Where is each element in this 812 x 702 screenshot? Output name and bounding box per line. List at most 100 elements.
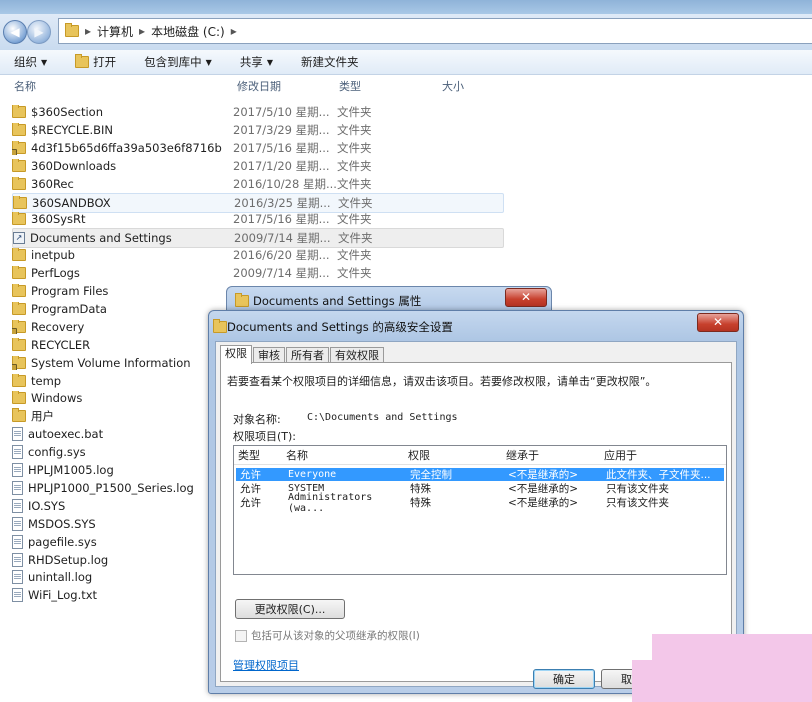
file-date: 2017/5/16 星期... bbox=[233, 140, 330, 155]
file-row[interactable]: 360Downloads 2017/1/20 星期... 文件夹 bbox=[12, 157, 502, 175]
file-name-cell: 4d3f15b65d6ffa39a503e6f8716b bbox=[12, 140, 233, 155]
file-icon bbox=[12, 552, 23, 567]
new-folder-label: 新建文件夹 bbox=[300, 55, 359, 69]
file-name-cell: $360Section bbox=[12, 105, 233, 119]
file-name-cell: MSDOS.SYS bbox=[12, 516, 233, 531]
file-type: 文件夹 bbox=[337, 176, 372, 191]
folder-icon bbox=[12, 408, 26, 423]
file-row[interactable]: inetpub 2016/6/20 星期... 文件夹 bbox=[12, 246, 502, 264]
entry-name: Everyone bbox=[288, 469, 337, 480]
column-type[interactable]: 类型 bbox=[339, 78, 442, 94]
file-name: 用户 bbox=[31, 409, 54, 424]
new-folder-button[interactable]: 新建文件夹 bbox=[287, 54, 373, 70]
file-name-cell: System Volume Information bbox=[12, 355, 233, 370]
file-type: 文件夹 bbox=[337, 248, 372, 263]
lock-icon bbox=[12, 327, 17, 334]
file-type: 文件夹 bbox=[338, 195, 373, 210]
file-name-cell: 360Rec bbox=[12, 176, 233, 191]
inherit-checkbox[interactable] bbox=[235, 629, 247, 642]
file-type: 文件夹 bbox=[337, 212, 372, 227]
file-name: HPLJP1000_P1500_Series.log bbox=[28, 480, 194, 495]
permission-row[interactable]: 允许 Administrators (wa... 特殊 <不是继承的> 只有该文件夹 bbox=[236, 492, 724, 514]
back-arrow-icon[interactable]: ◀ bbox=[3, 20, 27, 44]
file-name-cell: Recovery bbox=[12, 319, 233, 334]
shortcut-icon: ↗ bbox=[13, 232, 25, 245]
properties-title: Documents and Settings 属性 bbox=[253, 294, 422, 308]
include-library-button[interactable]: 包含到库中 ▼ bbox=[130, 54, 226, 70]
column-date[interactable]: 修改日期 bbox=[237, 78, 339, 94]
lock-icon bbox=[12, 148, 17, 155]
column-size[interactable]: 大小 bbox=[442, 78, 502, 94]
organize-label: 组织 bbox=[14, 55, 37, 69]
breadcrumb-local-disk[interactable]: 本地磁盘 (C:) bbox=[151, 23, 225, 40]
locked-folder-icon bbox=[12, 355, 26, 370]
open-label: 打开 bbox=[93, 55, 117, 69]
file-name: 4d3f15b65d6ffa39a503e6f8716b bbox=[31, 140, 222, 155]
folder-icon bbox=[13, 195, 27, 209]
file-icon bbox=[12, 463, 23, 477]
instruction-text: 若要查看某个权限项目的详细信息，请双击该项目。若要修改权限，请单击“更改权限”。 bbox=[227, 375, 657, 388]
file-name-cell: HPLJP1000_P1500_Series.log bbox=[12, 480, 233, 495]
entry-permission: 特殊 bbox=[410, 483, 431, 495]
header-name[interactable]: 名称 bbox=[286, 447, 408, 463]
address-field[interactable]: ▸ 计算机 ▸ 本地磁盘 (C:) ▸ bbox=[58, 18, 812, 44]
breadcrumb-separator-icon: ▸ bbox=[230, 24, 237, 38]
breadcrumb-separator-icon: ▸ bbox=[139, 24, 146, 38]
folder-icon bbox=[213, 319, 227, 333]
object-name-value: C:\Documents and Settings bbox=[307, 412, 458, 423]
file-icon bbox=[12, 427, 23, 442]
permission-row[interactable]: 允许 Everyone 完全控制 <不是继承的> 此文件夹、子文件夹... bbox=[236, 468, 724, 481]
file-name: WiFi_Log.txt bbox=[28, 588, 98, 603]
watermark-overlay bbox=[632, 660, 660, 702]
file-name-cell: IO.SYS bbox=[12, 498, 233, 513]
file-name: temp bbox=[31, 373, 62, 388]
folder-icon bbox=[12, 337, 26, 351]
lock-icon bbox=[12, 363, 17, 370]
file-name-cell: WiFi_Log.txt bbox=[12, 588, 233, 603]
header-applies-to[interactable]: 应用于 bbox=[604, 447, 722, 463]
file-row[interactable]: $360Section 2017/5/10 星期... 文件夹 bbox=[12, 103, 502, 121]
folder-icon bbox=[12, 391, 26, 405]
inherit-checkbox-label: 包括可从该对象的父项继承的权限(I) bbox=[251, 630, 420, 642]
file-name: System Volume Information bbox=[31, 355, 191, 370]
file-name: HPLJM1005.log bbox=[28, 463, 114, 477]
file-row[interactable]: 4d3f15b65d6ffa39a503e6f8716b 2017/5/16 星期… bbox=[12, 139, 502, 157]
share-button[interactable]: 共享 ▼ bbox=[226, 54, 287, 70]
file-name: PerfLogs bbox=[31, 266, 80, 281]
header-inherited-from[interactable]: 继承于 bbox=[506, 447, 604, 463]
locked-folder-icon bbox=[12, 140, 26, 155]
change-permissions-button[interactable]: 更改权限(C)... bbox=[235, 599, 345, 619]
file-date: 2016/6/20 星期... bbox=[233, 248, 330, 263]
organize-button[interactable]: 组织 ▼ bbox=[0, 54, 61, 70]
open-button[interactable]: 打开 bbox=[61, 54, 130, 70]
window-title-strip bbox=[0, 0, 812, 14]
close-icon[interactable]: ✕ bbox=[505, 288, 547, 307]
file-date: 2017/5/16 星期... bbox=[233, 212, 330, 227]
file-row[interactable]: 360SysRt 2017/5/16 星期... 文件夹 bbox=[12, 210, 502, 228]
file-type: 文件夹 bbox=[337, 266, 372, 281]
permission-entries-list[interactable]: 类型 名称 权限 继承于 应用于 允许 Everyone 完全控制 <不是继承的> 此文… bbox=[233, 445, 727, 575]
folder-icon bbox=[235, 293, 249, 307]
file-name: config.sys bbox=[28, 445, 86, 460]
file-date: 2016/3/25 星期... bbox=[234, 195, 331, 210]
close-icon[interactable]: ✕ bbox=[697, 313, 739, 332]
inherit-checkbox-row[interactable]: 包括可从该对象的父项继承的权限(I) bbox=[235, 628, 420, 643]
file-row[interactable]: PerfLogs 2009/7/14 星期... 文件夹 bbox=[12, 264, 502, 282]
breadcrumb-computer[interactable]: 计算机 bbox=[97, 23, 133, 40]
file-name-cell: Program Files bbox=[12, 284, 233, 298]
header-permission[interactable]: 权限 bbox=[408, 447, 506, 463]
tab-permissions[interactable]: 权限 bbox=[220, 345, 252, 364]
forward-arrow-icon[interactable]: ▶ bbox=[27, 20, 51, 44]
header-type[interactable]: 类型 bbox=[234, 447, 286, 463]
entry-name: Administrators (wa... bbox=[288, 491, 373, 514]
file-row[interactable]: $RECYCLE.BIN 2017/3/29 星期... 文件夹 bbox=[12, 121, 502, 139]
manage-permissions-link[interactable]: 管理权限项目 bbox=[233, 657, 299, 673]
file-name-cell: 用户 bbox=[12, 408, 233, 424]
ok-button[interactable]: 确定 bbox=[533, 669, 595, 689]
file-row[interactable]: 360Rec 2016/10/28 星期... 文件夹 bbox=[12, 175, 502, 193]
share-label: 共享 bbox=[239, 55, 263, 69]
file-name: 360Downloads bbox=[31, 158, 117, 173]
file-type: 文件夹 bbox=[337, 122, 372, 137]
dialog-title: Documents and Settings 的高级安全设置 bbox=[227, 320, 453, 334]
column-name[interactable]: 名称 bbox=[0, 78, 237, 94]
